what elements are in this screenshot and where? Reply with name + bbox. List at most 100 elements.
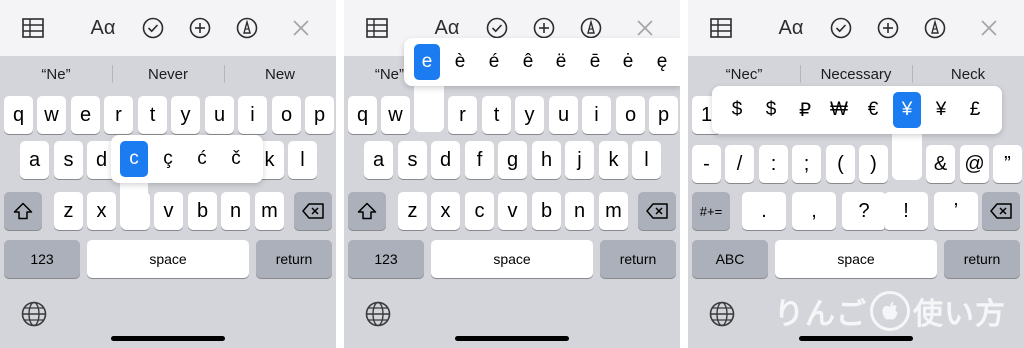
key-n[interactable]: n: [565, 192, 594, 230]
key-apostrophe[interactable]: ’: [934, 192, 978, 230]
key-quote[interactable]: ”: [993, 145, 1022, 183]
currency-option[interactable]: ₩: [825, 92, 853, 128]
accent-option[interactable]: ć: [188, 141, 216, 177]
suggestion-item[interactable]: Never: [112, 56, 224, 92]
accent-option[interactable]: ç: [154, 141, 182, 177]
numbers-key[interactable]: 123: [348, 240, 424, 278]
key-r[interactable]: r: [448, 96, 477, 134]
key-slash[interactable]: /: [725, 145, 754, 183]
key-hyphen[interactable]: -: [692, 145, 721, 183]
key-r[interactable]: r: [104, 96, 133, 134]
format-text-button[interactable]: Aα: [86, 14, 120, 42]
delete-key[interactable]: [982, 192, 1020, 230]
space-key[interactable]: space: [431, 240, 593, 278]
key-j[interactable]: j: [565, 141, 594, 179]
space-key[interactable]: space: [775, 240, 937, 278]
suggestion-item[interactable]: “Ne”: [344, 56, 404, 92]
key-m[interactable]: m: [599, 192, 628, 230]
key-o[interactable]: o: [272, 96, 301, 134]
key-d[interactable]: d: [431, 141, 460, 179]
key-colon[interactable]: :: [759, 145, 788, 183]
key-l[interactable]: l: [632, 141, 661, 179]
accent-option[interactable]: è: [447, 44, 473, 80]
key-f[interactable]: f: [465, 141, 494, 179]
key-e[interactable]: e: [71, 96, 100, 134]
key-g[interactable]: g: [498, 141, 527, 179]
accent-option-selected[interactable]: e: [414, 44, 440, 80]
accent-option[interactable]: ē: [582, 44, 608, 80]
key-v[interactable]: v: [154, 192, 183, 230]
key-z[interactable]: z: [398, 192, 427, 230]
key-period[interactable]: .: [742, 192, 786, 230]
suggestion-item[interactable]: New: [224, 56, 336, 92]
key-question[interactable]: ?: [842, 192, 886, 230]
key-t[interactable]: t: [138, 96, 167, 134]
key-t[interactable]: t: [482, 96, 511, 134]
globe-icon[interactable]: [20, 300, 50, 330]
key-c[interactable]: c: [465, 192, 494, 230]
key-s[interactable]: s: [54, 141, 83, 179]
key-i[interactable]: i: [238, 96, 267, 134]
currency-option-selected[interactable]: ¥: [893, 92, 921, 128]
currency-option[interactable]: €: [859, 92, 887, 128]
key-h[interactable]: h: [532, 141, 561, 179]
close-icon[interactable]: [286, 14, 316, 42]
key-i[interactable]: i: [582, 96, 611, 134]
key-x[interactable]: x: [431, 192, 460, 230]
shift-key[interactable]: [4, 192, 42, 230]
key-l[interactable]: l: [288, 141, 317, 179]
delete-key[interactable]: [638, 192, 676, 230]
key-o[interactable]: o: [616, 96, 645, 134]
accent-option[interactable]: č: [222, 141, 250, 177]
markup-pen-icon[interactable]: [920, 14, 950, 42]
key-u[interactable]: u: [205, 96, 234, 134]
shift-key[interactable]: [348, 192, 386, 230]
key-exclamation[interactable]: !: [884, 192, 928, 230]
format-text-button[interactable]: Aα: [774, 14, 808, 42]
currency-option[interactable]: £: [961, 92, 989, 128]
key-comma[interactable]: ,: [792, 192, 836, 230]
return-key[interactable]: return: [944, 240, 1020, 278]
key-y[interactable]: y: [171, 96, 200, 134]
key-s[interactable]: s: [398, 141, 427, 179]
letters-key[interactable]: ABC: [692, 240, 768, 278]
table-icon[interactable]: [362, 14, 392, 42]
currency-option[interactable]: ₽: [791, 92, 819, 128]
currency-option[interactable]: ¥: [927, 92, 955, 128]
key-q[interactable]: q: [4, 96, 33, 134]
key-a[interactable]: a: [20, 141, 49, 179]
accent-option[interactable]: ê: [515, 44, 541, 80]
checklist-icon[interactable]: [138, 14, 168, 42]
numbers-key[interactable]: 123: [4, 240, 80, 278]
space-key[interactable]: space: [87, 240, 249, 278]
key-open-paren[interactable]: (: [826, 145, 855, 183]
return-key[interactable]: return: [600, 240, 676, 278]
checklist-icon[interactable]: [826, 14, 856, 42]
add-circle-icon[interactable]: [185, 14, 215, 42]
accent-option-selected[interactable]: c: [120, 141, 148, 177]
currency-option[interactable]: $: [757, 92, 785, 128]
return-key[interactable]: return: [256, 240, 332, 278]
key-close-paren[interactable]: ): [859, 145, 888, 183]
key-k[interactable]: k: [599, 141, 628, 179]
table-icon[interactable]: [18, 14, 48, 42]
add-circle-icon[interactable]: [873, 14, 903, 42]
key-x[interactable]: x: [87, 192, 116, 230]
currency-option[interactable]: $: [723, 92, 751, 128]
suggestion-item[interactable]: “Ne”: [0, 56, 112, 92]
accent-option[interactable]: ę: [649, 44, 675, 80]
close-icon[interactable]: [974, 14, 1004, 42]
key-n[interactable]: n: [221, 192, 250, 230]
key-ampersand[interactable]: &: [926, 145, 955, 183]
key-at[interactable]: @: [960, 145, 989, 183]
accent-option[interactable]: ė: [615, 44, 641, 80]
key-w[interactable]: w: [37, 96, 66, 134]
table-icon[interactable]: [706, 14, 736, 42]
key-q[interactable]: q: [348, 96, 377, 134]
key-p[interactable]: p: [649, 96, 678, 134]
key-v[interactable]: v: [498, 192, 527, 230]
accent-option[interactable]: ë: [548, 44, 574, 80]
key-m[interactable]: m: [255, 192, 284, 230]
key-u[interactable]: u: [549, 96, 578, 134]
key-b[interactable]: b: [532, 192, 561, 230]
